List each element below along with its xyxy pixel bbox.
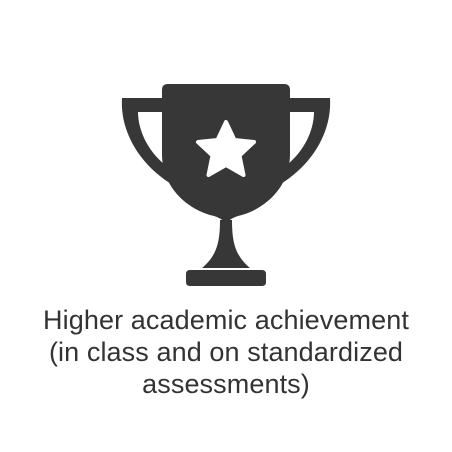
trophy-base <box>186 270 266 286</box>
achievement-card: Higher academic achievement (in class an… <box>0 0 452 452</box>
trophy-icon <box>121 84 331 286</box>
caption-line-2: (in class and on standardized <box>48 337 404 367</box>
trophy-stem <box>202 220 250 268</box>
caption-line-3: assessments) <box>142 369 310 399</box>
caption-line-1: Higher academic achievement <box>43 305 409 335</box>
achievement-caption: Higher academic achievement (in class an… <box>0 304 452 400</box>
